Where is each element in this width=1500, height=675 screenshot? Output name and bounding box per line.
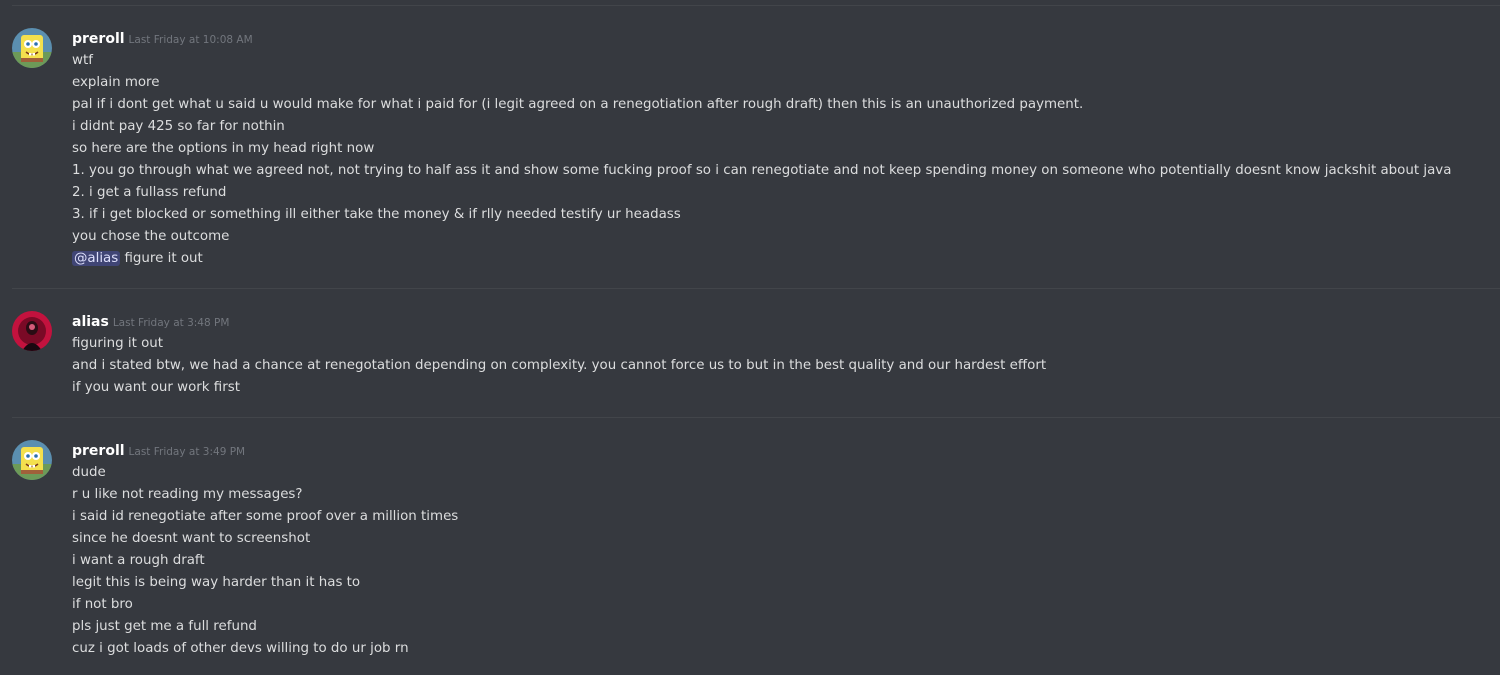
message-line: explain more xyxy=(72,75,160,90)
message-group: alias Last Friday at 3:48 PM figuring it … xyxy=(0,311,1500,401)
message-line: dude xyxy=(72,465,106,480)
user-mention[interactable]: @alias xyxy=(72,251,121,266)
message-header: preroll Last Friday at 3:49 PM xyxy=(72,440,245,460)
message-line: legit this is being way harder than it h… xyxy=(72,575,361,590)
message-line: cuz i got loads of other devs willing to… xyxy=(72,641,409,656)
message-line-with-mention: @alias figure it out xyxy=(72,248,1490,270)
message-header: preroll Last Friday at 10:08 AM xyxy=(72,28,253,48)
message-line: you chose the outcome xyxy=(72,229,230,244)
message-lines: dude r u like not reading my messages? i… xyxy=(72,462,1490,660)
timestamp[interactable]: Last Friday at 3:48 PM xyxy=(113,317,230,329)
timestamp[interactable]: Last Friday at 10:08 AM xyxy=(129,34,253,46)
message-line: 1. you go through what we agreed not, no… xyxy=(72,163,1452,178)
message-line: i want a rough draft xyxy=(72,553,205,568)
message-divider xyxy=(12,5,1500,6)
message-line: so here are the options in my head right… xyxy=(72,141,375,156)
message-divider xyxy=(12,288,1500,289)
message-line: if not bro xyxy=(72,597,133,612)
message-header: alias Last Friday at 3:48 PM xyxy=(72,311,229,331)
timestamp[interactable]: Last Friday at 3:49 PM xyxy=(129,446,246,458)
username[interactable]: alias xyxy=(72,314,109,330)
message-line: 2. i get a fullass refund xyxy=(72,185,227,200)
message-line: i said id renegotiate after some proof o… xyxy=(72,509,459,524)
spongebob-avatar-icon[interactable] xyxy=(12,440,52,480)
message-divider xyxy=(12,417,1500,418)
spongebob-avatar-icon[interactable] xyxy=(12,28,52,68)
message-line: wtf xyxy=(72,53,93,68)
message-line: and i stated btw, we had a chance at ren… xyxy=(72,358,1047,373)
message-line: pal if i dont get what u said u would ma… xyxy=(72,97,1084,112)
message-group: preroll Last Friday at 3:49 PM dude r u l… xyxy=(0,440,1500,670)
message-line: since he doesnt want to screenshot xyxy=(72,531,311,546)
message-line: i didnt pay 425 so far for nothin xyxy=(72,119,285,134)
message-group: preroll Last Friday at 10:08 AM wtf expla… xyxy=(0,28,1500,278)
message-line: r u like not reading my messages? xyxy=(72,487,303,502)
message-lines: figuring it out and i stated btw, we had… xyxy=(72,333,1490,399)
username[interactable]: preroll xyxy=(72,31,125,47)
username[interactable]: preroll xyxy=(72,443,125,459)
message-line: figuring it out xyxy=(72,336,164,351)
chat-messages-pane: preroll Last Friday at 10:08 AM wtf expla… xyxy=(0,0,1500,675)
message-lines: wtf explain more pal if i dont get what … xyxy=(72,50,1490,270)
message-line: 3. if i get blocked or something ill eit… xyxy=(72,207,681,222)
message-line: pls just get me a full refund xyxy=(72,619,257,634)
mention-line-text: figure it out xyxy=(120,251,203,266)
alias-avatar-icon[interactable] xyxy=(12,311,52,351)
message-line: if you want our work first xyxy=(72,380,240,395)
